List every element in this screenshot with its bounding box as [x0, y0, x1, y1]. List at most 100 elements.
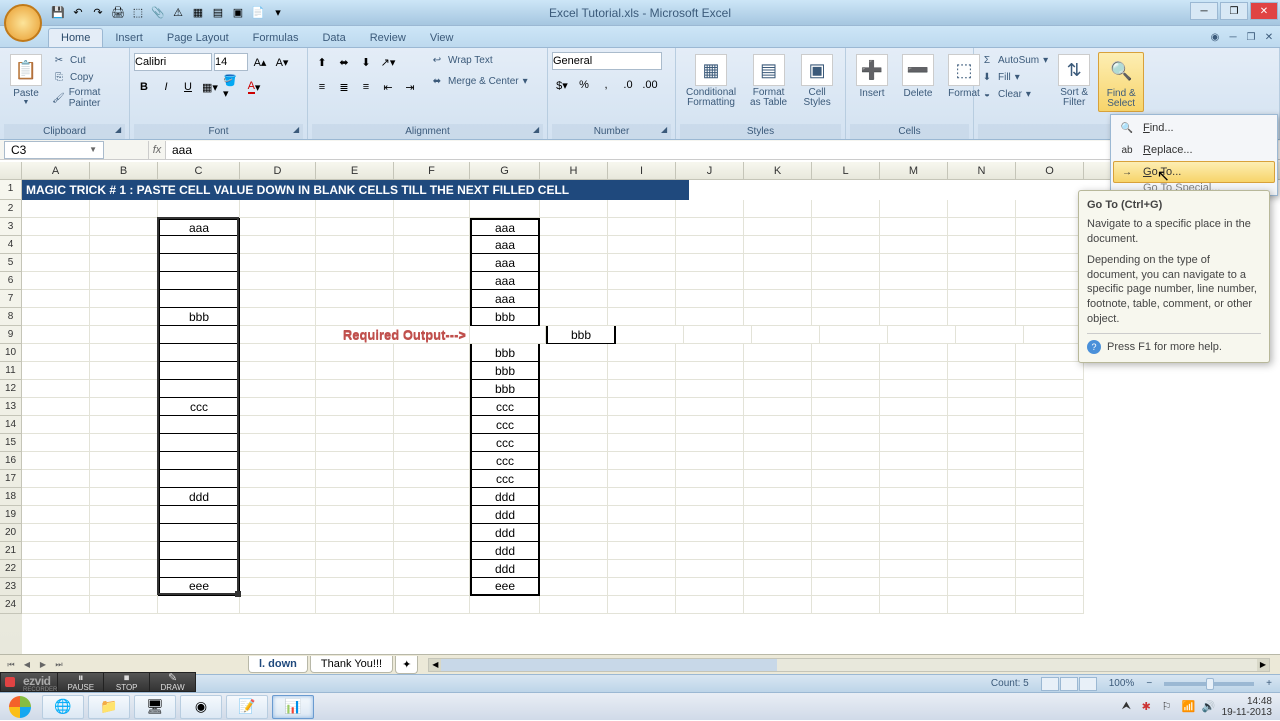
cell[interactable] [880, 236, 948, 254]
column-header[interactable]: D [240, 162, 316, 179]
column-header[interactable]: G [470, 162, 540, 179]
row-header[interactable]: 7 [0, 290, 22, 308]
sheet-tab[interactable]: l. down [248, 656, 308, 673]
zoom-slider[interactable] [1164, 682, 1254, 686]
cell[interactable] [948, 596, 1016, 614]
cell[interactable] [22, 398, 90, 416]
cell[interactable] [394, 488, 470, 506]
cell[interactable] [1016, 434, 1084, 452]
row-header[interactable]: 14 [0, 416, 22, 434]
cell[interactable] [394, 362, 470, 380]
cell[interactable] [316, 218, 394, 236]
cell[interactable] [394, 380, 470, 398]
cell[interactable] [744, 560, 812, 578]
row-header[interactable]: 8 [0, 308, 22, 326]
horizontal-scrollbar[interactable]: ◀ ▶ [428, 658, 1270, 672]
cell[interactable] [744, 362, 812, 380]
nav-first-icon[interactable]: ⏮ [4, 658, 18, 672]
cell[interactable]: aaa [158, 218, 240, 236]
undo-icon[interactable]: ↶ [70, 5, 86, 21]
cell[interactable] [608, 272, 676, 290]
cell[interactable] [676, 470, 744, 488]
cell[interactable] [394, 434, 470, 452]
minimize-ribbon-icon[interactable]: ─ [1226, 30, 1240, 44]
cell[interactable] [1016, 272, 1084, 290]
underline-button[interactable]: U [178, 77, 198, 97]
cell[interactable] [812, 596, 880, 614]
cell[interactable] [812, 416, 880, 434]
cell[interactable] [90, 434, 158, 452]
row-header[interactable]: 22 [0, 560, 22, 578]
start-button[interactable] [0, 693, 40, 721]
cell[interactable] [812, 470, 880, 488]
scroll-left-icon[interactable]: ◀ [429, 659, 441, 671]
redo-icon[interactable]: ↷ [90, 5, 106, 21]
grow-font-icon[interactable]: A▴ [250, 52, 270, 72]
cell[interactable] [394, 398, 470, 416]
cell[interactable] [394, 344, 470, 362]
cell[interactable] [22, 326, 90, 344]
cell[interactable] [608, 488, 676, 506]
cell[interactable] [608, 254, 676, 272]
cell[interactable] [880, 218, 948, 236]
tab-formulas[interactable]: Formulas [241, 29, 311, 47]
cell[interactable] [676, 524, 744, 542]
cell[interactable] [812, 488, 880, 506]
cell[interactable]: bbb [546, 326, 616, 344]
row-header[interactable]: 5 [0, 254, 22, 272]
cell[interactable] [676, 308, 744, 326]
cell[interactable] [90, 596, 158, 614]
cell[interactable] [880, 200, 948, 218]
cell[interactable] [812, 272, 880, 290]
cell[interactable]: aaa [470, 272, 540, 290]
cell[interactable] [540, 452, 608, 470]
cell[interactable] [744, 578, 812, 596]
taskbar-app[interactable]: 🖥 [134, 695, 176, 719]
shrink-font-icon[interactable]: A▾ [272, 52, 292, 72]
cell[interactable] [394, 218, 470, 236]
indent-inc-icon[interactable]: ⇥ [400, 77, 420, 97]
cell[interactable] [812, 200, 880, 218]
cell[interactable] [812, 380, 880, 398]
cell[interactable] [812, 398, 880, 416]
cell[interactable] [90, 344, 158, 362]
cell[interactable] [316, 524, 394, 542]
cell[interactable]: bbb [158, 308, 240, 326]
percent-icon[interactable]: % [574, 75, 594, 95]
cell[interactable] [948, 380, 1016, 398]
align-right-icon[interactable]: ≡ [356, 77, 376, 97]
cell[interactable] [90, 326, 158, 344]
cell[interactable] [316, 272, 394, 290]
cell[interactable] [90, 272, 158, 290]
cell[interactable] [948, 470, 1016, 488]
cell[interactable] [158, 200, 240, 218]
cell[interactable] [812, 254, 880, 272]
zoom-out-button[interactable]: − [1146, 678, 1152, 689]
cell[interactable]: ccc [470, 416, 540, 434]
cell[interactable] [240, 488, 316, 506]
cell[interactable] [880, 416, 948, 434]
cell[interactable] [880, 254, 948, 272]
cell[interactable] [316, 506, 394, 524]
cell[interactable] [880, 506, 948, 524]
taskbar-excel[interactable]: 📊 [272, 695, 314, 719]
view-layout-button[interactable] [1060, 677, 1078, 691]
cell[interactable] [880, 272, 948, 290]
column-header[interactable]: H [540, 162, 608, 179]
cell[interactable] [1016, 200, 1084, 218]
cell[interactable] [1016, 218, 1084, 236]
cell[interactable] [22, 416, 90, 434]
cell[interactable] [90, 470, 158, 488]
column-header[interactable]: K [744, 162, 812, 179]
column-header[interactable]: F [394, 162, 470, 179]
cell[interactable] [540, 344, 608, 362]
cell[interactable] [880, 344, 948, 362]
sort-filter-button[interactable]: ⇅Sort & Filter [1052, 52, 1096, 110]
tray-icon[interactable]: ⮝ [1122, 700, 1136, 714]
fill-color-button[interactable]: 🪣▾ [222, 77, 242, 97]
cell[interactable] [22, 434, 90, 452]
cell[interactable] [948, 452, 1016, 470]
cell[interactable] [22, 380, 90, 398]
cell[interactable] [744, 398, 812, 416]
cell[interactable] [744, 488, 812, 506]
